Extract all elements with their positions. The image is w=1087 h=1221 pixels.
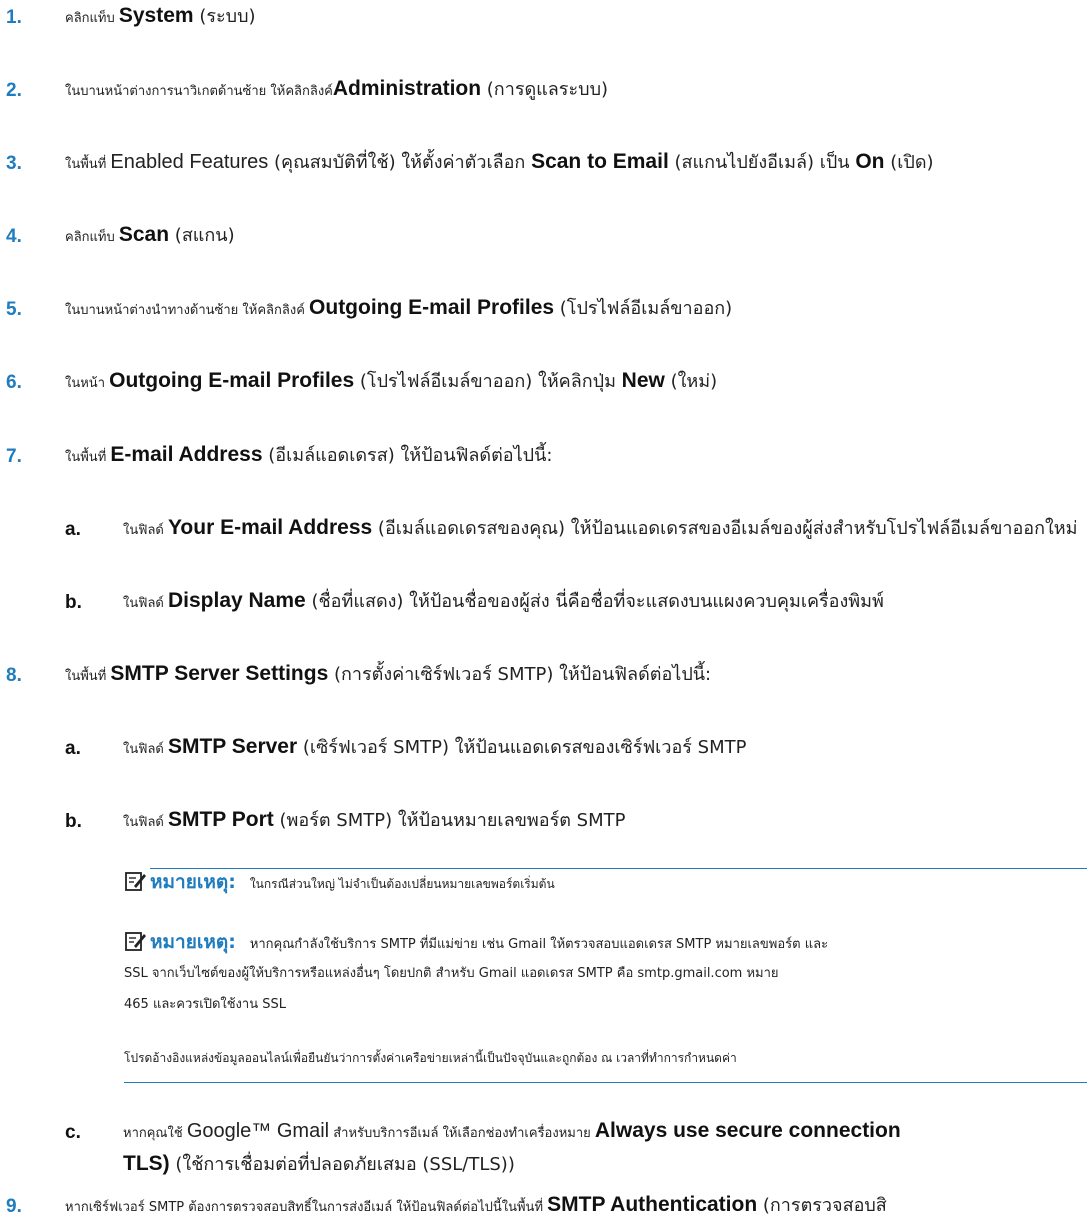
ui-term-outgoing-email-profiles: Outgoing E-mail Profiles — [309, 296, 555, 319]
step-text: ในบานหน้าต่างการนาวิเกตด้านซ้าย ให้คลิกล… — [65, 84, 333, 99]
note-divider — [124, 1082, 1087, 1083]
ui-term-outgoing-email-profiles: Outgoing E-mail Profiles — [109, 369, 355, 392]
step-number: 5. — [6, 299, 22, 320]
step-number: 3. — [6, 153, 22, 174]
step-text: หากเซิร์ฟเวอร์ SMTP ต้องการตรวจสอบสิทธิ์… — [65, 1200, 548, 1215]
step-text: (อีเมล์แอดเดรส) ให้ป้อนฟิลด์ต่อไปนี้: — [262, 445, 553, 466]
step-text: (การดูแลระบบ) — [481, 79, 609, 100]
ui-term-scan: Scan — [118, 223, 170, 246]
substep-letter: c. — [65, 1122, 81, 1143]
step-number: 1. — [6, 7, 22, 28]
ui-term-google-gmail: Google™ Gmail — [186, 1120, 330, 1142]
note-label: หมายเหตุ: — [150, 871, 236, 893]
substep-letter: b. — [65, 811, 82, 832]
ui-term-email-address: E-mail Address — [110, 443, 263, 466]
step-number: 9. — [6, 1196, 22, 1217]
note-text: 465 และควรเปิดใช้งาน SSL — [124, 997, 286, 1012]
note-text: โปรดอ้างอิงแหล่งข้อมูลออนไลน์เพื่อยืนยัน… — [124, 1051, 737, 1065]
step-text: ในพื้นที่ — [65, 669, 111, 684]
step-number: 4. — [6, 226, 22, 247]
note-icon — [125, 932, 146, 951]
step-text: (ชื่อที่แสดง) ให้ป้อนชื่อของผู้ส่ง นี่คื… — [305, 591, 884, 612]
step-text: (อีเมล์แอดเดรสของคุณ) ให้ป้อนแอดเดรสของอ… — [372, 518, 1078, 539]
step-number: 6. — [6, 372, 22, 393]
step-text: ในฟิลด์ — [123, 742, 168, 757]
note-text: SSL จากเว็บไซต์ของผู้ให้บริการหรือแหล่งอ… — [124, 966, 779, 981]
step-text: ในหน้า — [65, 376, 110, 391]
step-text: ในพื้นที่ — [65, 157, 111, 172]
ui-term-your-email-address: Your E-mail Address — [167, 516, 373, 539]
step-text: หากคุณใช้ — [123, 1126, 187, 1141]
step-number: 8. — [6, 665, 22, 686]
ui-term-enabled-features: Enabled Features — [110, 151, 269, 173]
ui-term-new: New — [621, 369, 665, 392]
step-number: 7. — [6, 446, 22, 467]
substep-letter: b. — [65, 592, 82, 613]
note-icon — [125, 872, 146, 891]
ui-term-scan-to-email: Scan to Email — [531, 150, 669, 173]
ui-term-administration: Administration — [332, 77, 482, 100]
ui-term-smtp-port: SMTP Port — [167, 808, 274, 831]
step-text: คลิกแท็บ — [65, 11, 119, 26]
note-divider — [150, 868, 1087, 869]
step-text: (พอร์ต SMTP) ให้ป้อนหมายเลขพอร์ต SMTP — [273, 810, 626, 831]
step-text: (การตั้งค่าเซิร์ฟเวอร์ SMTP) ให้ป้อนฟิลด… — [328, 664, 712, 685]
step-text: (เซิร์ฟเวอร์ SMTP) ให้ป้อนแอดเดรสของเซิร… — [297, 737, 747, 758]
ui-term-display-name: Display Name — [167, 589, 306, 612]
substep-letter: a. — [65, 519, 81, 540]
step-text: ในฟิลด์ — [123, 815, 168, 830]
step-text: (คุณสมบัติที่ใช้) ให้ตั้งค่าตัวเลือก — [268, 152, 532, 173]
step-text: (โปรไฟล์อีเมล์ขาออก) — [554, 298, 733, 319]
note-label: หมายเหตุ: — [150, 931, 236, 953]
note-text: หากคุณกำลังใช้บริการ SMTP ที่มีแม่ข่าย เ… — [249, 937, 829, 952]
step-text: (ใช้การเชื่อมต่อที่ปลอดภัยเสมอ (SSL/TLS)… — [169, 1154, 515, 1175]
step-text: ในพื้นที่ — [65, 450, 111, 465]
ui-term-tls: TLS) — [123, 1152, 170, 1175]
step-number: 2. — [6, 80, 22, 101]
step-text: คลิกแท็บ — [65, 230, 119, 245]
step-text: (โปรไฟล์อีเมล์ขาออก) ให้คลิกปุ่ม — [354, 371, 622, 392]
ui-term-smtp-server-settings: SMTP Server Settings — [110, 662, 329, 685]
step-text: สำหรับบริการอีเมล์ ให้เลือกช่องทำเครื่อง… — [329, 1126, 595, 1141]
ui-term-on: On — [855, 150, 885, 173]
note-text: ในกรณีส่วนใหญ่ ไม่จำเป็นต้องเปลี่ยนหมายเ… — [249, 877, 555, 891]
substep-letter: a. — [65, 738, 81, 759]
step-text: (สแกน) — [169, 225, 235, 246]
step-text: (ระบบ) — [193, 6, 256, 27]
step-text: (การตรวจสอบสิ — [757, 1195, 887, 1216]
step-text: ในฟิลด์ — [123, 596, 168, 611]
step-text: (เปิด) — [884, 152, 934, 173]
step-text: ในฟิลด์ — [123, 523, 168, 538]
ui-term-smtp-authentication: SMTP Authentication — [547, 1193, 758, 1216]
step-text: (ใหม่) — [664, 371, 718, 392]
ui-term-always-use-secure-connection: Always use secure connection — [594, 1119, 901, 1142]
ui-term-system: System — [118, 4, 194, 27]
ui-term-smtp-server: SMTP Server — [167, 735, 298, 758]
step-text: ในบานหน้าต่างนำทางด้านซ้าย ให้คลิกลิงค์ — [65, 303, 310, 318]
step-text: (สแกนไปยังอีเมล์) เป็น — [668, 152, 856, 173]
